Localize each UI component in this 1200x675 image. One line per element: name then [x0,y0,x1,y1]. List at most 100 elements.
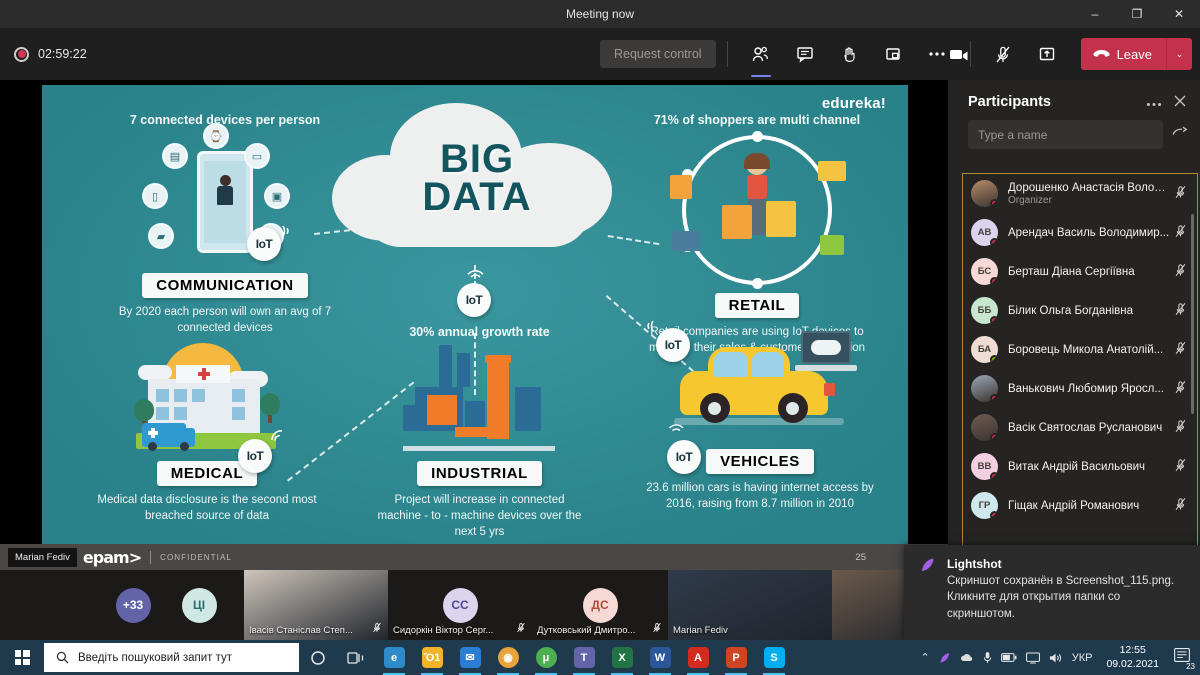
participant-names: Білик Ольга Богданівна [1008,305,1170,317]
toolbar-center-group: Request control [600,28,982,80]
iot-badge-communication: IoT [247,227,281,261]
taskbar-clock[interactable]: 12:55 09.02.2021 [1106,644,1159,671]
cortana-icon[interactable] [299,640,337,675]
lightshot-notification[interactable]: Lightshot Скриншот сохранён в Screenshot… [904,545,1200,640]
participant-row[interactable]: БА Боровець Микола Анатолій... [963,330,1197,369]
video-strip: +33ЦІКОІвасів Станіслав Степ...СССидоркі… [0,570,948,640]
video-tile[interactable]: СССидоркін Віктор Серг... [388,570,532,640]
participant-row[interactable]: БББілик Ольга Богданівна [963,291,1197,330]
notification-center-icon[interactable]: 23 [1174,648,1194,668]
teams-icon[interactable]: T [565,640,603,675]
more-options-icon[interactable] [1146,94,1162,110]
participant-row[interactable]: Ванькович Любомир Яросл... [963,369,1197,408]
search-input[interactable]: Type a name [968,120,1163,149]
share-invite-icon[interactable] [1171,125,1188,144]
window-controls: – ❐ ✕ [1074,0,1200,28]
file-explorer-icon[interactable]: Ὄ1 [413,640,451,675]
panel-scrollbar[interactable] [1191,214,1194,414]
window-title-bar: Meeting now – ❐ ✕ [0,0,1200,28]
mail-icon[interactable]: ✉ [451,640,489,675]
participant-names: Витак Андрій Васильович [1008,461,1170,473]
people-icon[interactable] [744,37,778,71]
close-icon[interactable] [1174,94,1186,110]
search-input[interactable]: Введіть пошуковий запит тут [44,643,299,672]
presentation-slide[interactable]: edureka! BIG DATA [42,85,908,545]
microphone-muted-icon[interactable] [1174,497,1187,514]
participant-row[interactable]: Дорошенко Анастасія Волод...Organizer [963,174,1197,213]
powerpoint-icon[interactable]: P [717,640,755,675]
windows-taskbar: Введіть пошуковий запит тут eὌ1✉◉μTXWAPS… [0,640,1200,675]
video-tile[interactable]: Marian Fediv [668,570,832,640]
video-tile[interactable]: ЦІ [166,570,232,640]
battery-icon[interactable] [1001,653,1017,662]
video-tile[interactable]: ДС Дутковський Дмитро... [532,570,668,640]
participant-names: Боровець Микола Анатолій... [1008,344,1170,356]
maximize-button[interactable]: ❐ [1116,0,1158,28]
request-control-button[interactable]: Request control [600,40,716,68]
microphone-muted-icon[interactable] [986,37,1020,71]
chat-icon[interactable] [788,37,822,71]
window-title: Meeting now [566,7,634,21]
close-button[interactable]: ✕ [1158,0,1200,28]
excel-icon[interactable]: X [603,640,641,675]
tray-chevron-icon[interactable]: ⌃ [920,651,929,664]
avatar: БА [971,336,998,363]
participant-row[interactable]: БСБерташ Діана Сергіївна [963,252,1197,291]
industrial-illustration [397,343,562,455]
cloud-title-line2: DATA [332,178,622,216]
skype-icon[interactable]: S [755,640,793,675]
edge-icon[interactable]: e [375,640,413,675]
leave-main[interactable]: Leave [1081,38,1166,70]
quadrant-medical: MEDICAL Medical data disclosure is the s… [87,343,327,525]
leave-dropdown-caret[interactable]: ⌄ [1166,38,1192,70]
participant-name: Арендач Василь Володимир... [1008,227,1170,239]
microphone-muted-icon[interactable] [1174,419,1187,436]
participant-row[interactable]: АВАрендач Василь Володимир... [963,213,1197,252]
meeting-timer: 02:59:22 [38,47,87,61]
camera-icon[interactable] [942,37,976,71]
microphone-muted-icon[interactable] [1174,458,1187,475]
microphone-muted-icon [652,622,662,636]
video-tile[interactable]: +33 [100,570,166,640]
participant-list[interactable]: Дорошенко Анастасія Волод...OrganizerАВА… [962,173,1198,605]
iot-badge-vehicles: IoT [667,440,701,474]
avatar: ГР [971,492,998,519]
utorrent-icon[interactable]: μ [527,640,565,675]
microphone-muted-icon[interactable] [1174,185,1187,202]
leave-label: Leave [1117,47,1152,62]
breakout-rooms-icon[interactable] [876,37,910,71]
participant-row[interactable]: ГРГіщак Андрій Романович [963,486,1197,525]
participant-search-row: Type a name [948,120,1200,149]
microphone-muted-icon [516,622,526,636]
microphone-muted-icon[interactable] [1174,380,1187,397]
microphone-muted-icon[interactable] [1174,263,1187,280]
microphone-muted-icon[interactable] [1174,302,1187,319]
participant-row[interactable]: ВВВитак Андрій Васильович [963,447,1197,486]
chrome-icon[interactable]: ◉ [489,640,527,675]
video-tile[interactable]: Івасів Станіслав Степ... [244,570,388,640]
avatar: ДС [583,588,618,623]
lightshot-tray-icon[interactable] [939,652,951,664]
acrobat-icon[interactable]: A [679,640,717,675]
tile-name: Дутковський Дмитро... [537,625,635,636]
onedrive-icon[interactable] [960,652,974,663]
word-icon[interactable]: W [641,640,679,675]
language-indicator[interactable]: УКР [1072,652,1093,664]
recording-indicator: 02:59:22 [14,47,87,62]
microphone-muted-icon[interactable] [1174,341,1187,358]
minimize-button[interactable]: – [1074,0,1116,28]
participant-names: Арендач Василь Володимир... [1008,227,1170,239]
windows-start-icon[interactable] [0,640,44,675]
toast-app-name: Lightshot [947,557,1184,571]
task-view-icon[interactable] [337,640,375,675]
participant-row[interactable]: Васік Святослав Русланович [963,408,1197,447]
leave-button[interactable]: Leave ⌄ [1081,38,1192,70]
volume-icon[interactable] [1049,652,1063,664]
share-screen-icon[interactable] [1030,37,1064,71]
feather-icon [920,557,936,573]
microphone-icon[interactable] [983,651,992,664]
raise-hand-icon[interactable] [832,37,866,71]
microphone-muted-icon[interactable] [1174,224,1187,241]
network-icon[interactable] [1026,652,1040,664]
app-glyph: T [574,647,595,668]
